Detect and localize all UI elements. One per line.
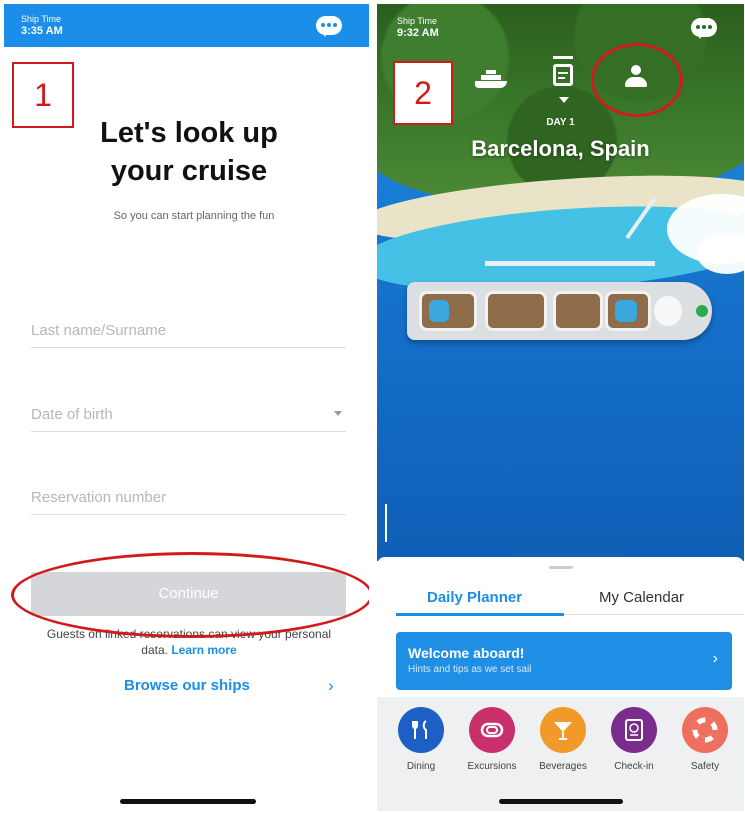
dining-label: Dining	[406, 761, 436, 772]
date-of-birth-field[interactable]: Date of birth	[31, 394, 346, 432]
status-bar: Ship Time 3:35 AM	[4, 4, 369, 47]
home-screen: Ship Time 9:32 AM 2 DAY 1 Barcelona, Spa…	[377, 4, 744, 811]
ship-time-value: 3:35 AM	[21, 25, 63, 37]
ship-illustration[interactable]	[407, 282, 712, 340]
tab-daily-planner[interactable]: Daily Planner	[427, 589, 522, 606]
drag-handle[interactable]	[549, 566, 573, 569]
welcome-subtitle: Hints and tips as we set sail	[408, 664, 532, 675]
safety-label: Safety	[690, 761, 720, 772]
page-subtitle: So you can start planning the fun	[113, 210, 275, 222]
tab-divider	[564, 614, 744, 615]
beverages-button[interactable]: Beverages	[528, 707, 598, 772]
caret-down-icon[interactable]	[559, 97, 569, 103]
dropdown-caret-icon	[334, 411, 342, 416]
quick-actions-bar: Dining Excursions Beverages Check-in Saf…	[377, 697, 744, 811]
passport-icon	[611, 707, 657, 753]
annotation-circle	[591, 43, 683, 117]
scroll-indicator	[385, 504, 387, 542]
lookup-screen: Ship Time 3:35 AM 1 Let's look up your c…	[4, 4, 369, 811]
active-tab-underline	[396, 613, 564, 616]
day-label: DAY 1	[546, 117, 575, 128]
last-name-placeholder: Last name/Surname	[31, 322, 167, 339]
dining-button[interactable]: Dining	[386, 707, 456, 772]
browse-ships-link[interactable]: Browse our ships	[124, 677, 250, 694]
dob-placeholder: Date of birth	[31, 406, 113, 423]
page-title: Let's look up your cruise	[100, 117, 278, 187]
snorkel-icon	[469, 707, 515, 753]
last-name-field[interactable]: Last name/Surname	[31, 310, 346, 348]
planner-sheet: Daily Planner My Calendar Welcome aboard…	[377, 557, 744, 811]
safety-button[interactable]: Safety	[670, 707, 740, 772]
calendar-icon[interactable]	[553, 56, 573, 88]
beverages-label: Beverages	[539, 761, 587, 772]
chevron-right-icon[interactable]: ›	[328, 676, 334, 696]
ship-time-label: Ship Time	[397, 16, 438, 26]
annotation-label-1: 1	[12, 62, 74, 128]
ship-time-value: 9:32 AM	[397, 27, 439, 39]
ship-time-label: Ship Time	[21, 14, 62, 24]
excursions-label: Excursions	[467, 761, 517, 772]
tab-my-calendar[interactable]: My Calendar	[599, 589, 684, 606]
welcome-title: Welcome aboard!	[408, 645, 525, 661]
annotation-ellipse	[11, 552, 369, 638]
welcome-card[interactable]: Welcome aboard! Hints and tips as we set…	[396, 632, 732, 690]
annotation-label-2: 2	[393, 61, 453, 125]
check-in-label: Check-in	[614, 761, 654, 772]
cocktail-icon	[540, 707, 586, 753]
check-in-button[interactable]: Check-in	[599, 707, 669, 772]
reservation-placeholder: Reservation number	[31, 489, 167, 506]
pier	[485, 261, 655, 266]
home-indicator	[120, 799, 256, 804]
chevron-right-icon: ›	[712, 650, 718, 667]
reservation-number-field[interactable]: Reservation number	[31, 477, 346, 515]
home-indicator	[499, 799, 623, 804]
port-name: Barcelona, Spain	[471, 136, 650, 161]
hero-map: Ship Time 9:32 AM 2 DAY 1 Barcelona, Spa…	[377, 4, 744, 561]
learn-more-link[interactable]: Learn more	[171, 643, 236, 657]
excursions-button[interactable]: Excursions	[457, 707, 527, 772]
ship-icon[interactable]	[475, 70, 507, 88]
chat-icon[interactable]	[691, 18, 717, 40]
life-ring-icon	[682, 707, 728, 753]
fork-knife-icon	[398, 707, 444, 753]
chat-icon[interactable]	[316, 16, 342, 38]
